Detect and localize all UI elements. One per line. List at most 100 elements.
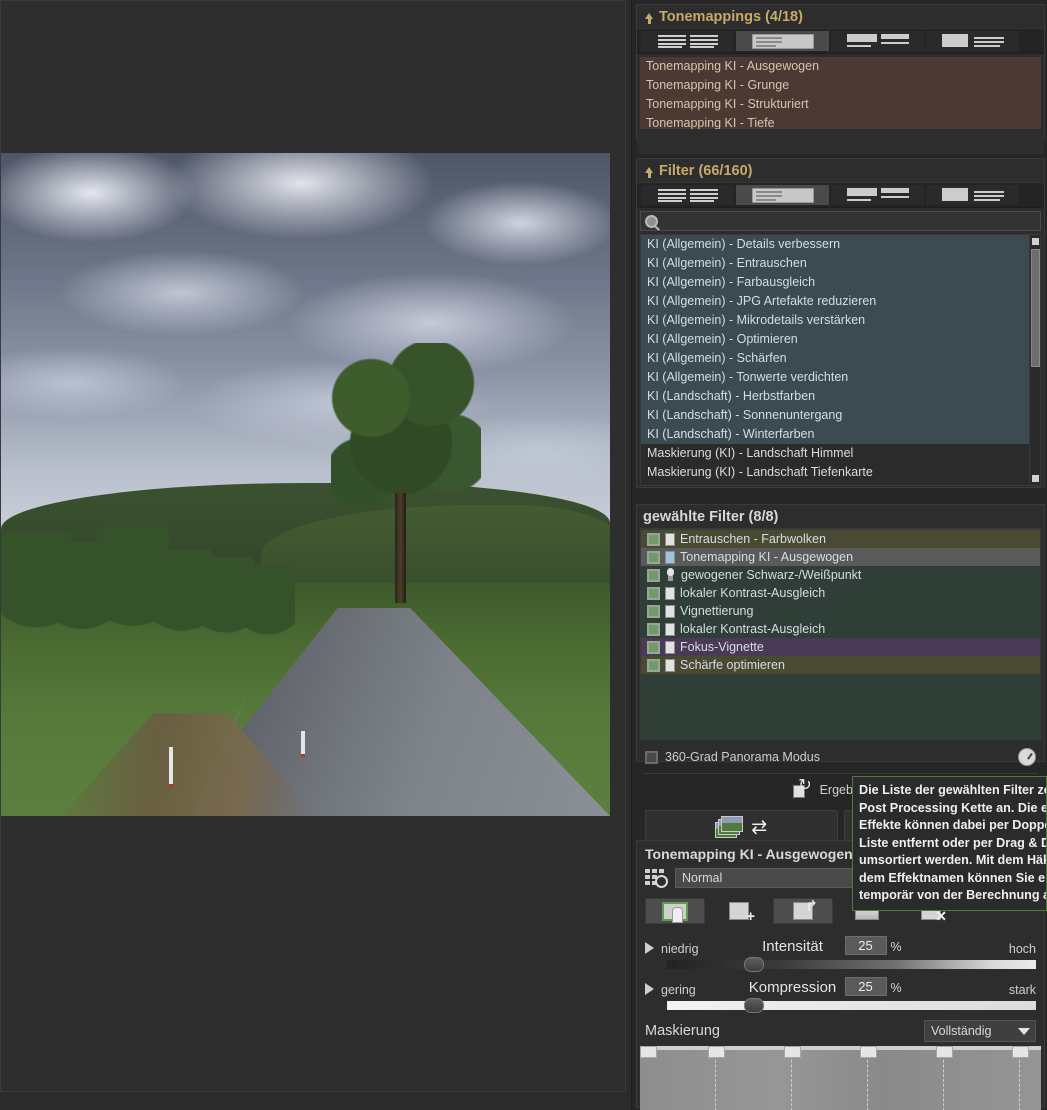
- preview-image[interactable]: Copyright by Akadesign.eu: [1, 153, 610, 816]
- tonemappings-list[interactable]: Tonemapping KI - Ausgewogen Tonemapping …: [640, 57, 1041, 129]
- panorama-checkbox[interactable]: [645, 750, 658, 764]
- collapse-arrow-icon[interactable]: [645, 167, 653, 178]
- list-item[interactable]: KI (Landschaft) - Herbstfarben: [641, 387, 1040, 406]
- mask-handle[interactable]: [784, 1046, 801, 1058]
- scroll-down-icon[interactable]: [1032, 475, 1039, 482]
- effect-preset-button[interactable]: [645, 898, 705, 924]
- list-item[interactable]: Tonemapping KI - Strukturiert: [640, 95, 1041, 114]
- scroll-up-icon[interactable]: [1032, 238, 1039, 245]
- enable-checkbox[interactable]: [647, 658, 660, 672]
- list-item[interactable]: gewogener Schwarz-/Weißpunkt: [641, 566, 1040, 584]
- collapse-arrow-icon[interactable]: [645, 13, 653, 24]
- mask-mode-select[interactable]: Vollständig: [924, 1020, 1036, 1042]
- list-item[interactable]: Maskierung (KI) - Landschaft Himmel: [641, 444, 1040, 463]
- mask-header: Maskierung Vollständig: [637, 1014, 1044, 1046]
- revert-icon[interactable]: [792, 778, 812, 798]
- list-item[interactable]: Maskierung - Details: [641, 482, 1040, 485]
- list-item[interactable]: Maskierung (KI) - Landschaft Tiefenkarte: [641, 463, 1040, 482]
- enable-checkbox[interactable]: [647, 568, 660, 582]
- list-item[interactable]: KI (Allgemein) - Entrauschen: [641, 254, 1040, 273]
- list-item[interactable]: KI (Allgemein) - Details verbessern: [641, 235, 1040, 254]
- list-item[interactable]: KI (Allgemein) - Mikrodetails verstärken: [641, 311, 1040, 330]
- swap-arrows-icon: ⇄: [751, 816, 768, 838]
- slider-high-label: stark: [1008, 983, 1036, 997]
- tonemappings-view-modes[interactable]: [637, 28, 1044, 54]
- mask-handle[interactable]: [640, 1046, 657, 1058]
- chevron-down-icon[interactable]: [1013, 1021, 1035, 1041]
- panorama-mode-row[interactable]: 360-Grad Panorama Modus: [637, 743, 1044, 771]
- image-canvas-area[interactable]: Copyright by Akadesign.eu: [0, 0, 632, 1110]
- list-item[interactable]: Tonemapping KI - Ausgewogen: [641, 548, 1040, 566]
- search-input[interactable]: [658, 214, 1040, 228]
- list-item[interactable]: Vignettierung: [641, 602, 1040, 620]
- filter-list[interactable]: KI (Allgemein) - Details verbessern KI (…: [640, 234, 1041, 486]
- mask-preview-icon[interactable]: [645, 869, 668, 888]
- list-item[interactable]: KI (Landschaft) - Winterfarben: [641, 425, 1040, 444]
- list-item[interactable]: KI (Allgemein) - Optimieren: [641, 330, 1040, 349]
- document-blue-icon: [665, 550, 675, 564]
- scrollbar-thumb[interactable]: [1031, 249, 1040, 367]
- enable-checkbox[interactable]: [647, 532, 660, 546]
- slider-kompression[interactable]: gering Kompression 25 % stark: [637, 973, 1044, 1014]
- slider-value[interactable]: 25: [844, 936, 887, 955]
- view-mode-list-compact[interactable]: [831, 185, 924, 205]
- add-preset-button[interactable]: [709, 898, 769, 925]
- mask-handle[interactable]: [860, 1046, 877, 1058]
- mask-preview-strip[interactable]: [640, 1046, 1041, 1110]
- slider-knob[interactable]: [744, 998, 765, 1013]
- document-add-icon: [729, 902, 755, 925]
- view-mode-list-compact[interactable]: [831, 31, 924, 51]
- selected-filters-list[interactable]: Entrauschen - Farbwolken Tonemapping KI …: [640, 528, 1041, 740]
- expand-arrow-icon[interactable]: [645, 942, 654, 954]
- panorama-label: 360-Grad Panorama Modus: [665, 750, 820, 764]
- list-item[interactable]: Schärfe optimieren: [641, 656, 1040, 674]
- enable-checkbox[interactable]: [647, 640, 660, 654]
- mask-handle[interactable]: [1012, 1046, 1029, 1058]
- tooltip: Die Liste der gewählten Filter zeig Post…: [852, 776, 1047, 911]
- list-item[interactable]: Tonemapping KI - Tiefe: [640, 114, 1041, 129]
- view-mode-list-large[interactable]: [926, 185, 1019, 205]
- enable-checkbox[interactable]: [647, 604, 660, 618]
- clock-icon[interactable]: [1018, 748, 1036, 766]
- list-item[interactable]: Tonemapping KI - Grunge: [640, 76, 1041, 95]
- list-item[interactable]: Tonemapping KI - Ausgewogen: [640, 57, 1041, 76]
- swap-images-button[interactable]: ⇄: [645, 810, 838, 844]
- filter-list-scrollbar[interactable]: [1029, 235, 1040, 485]
- list-item[interactable]: KI (Allgemein) - Tonwerte verdichten: [641, 368, 1040, 387]
- view-mode-list-large[interactable]: [926, 31, 1019, 51]
- slider-value[interactable]: 25: [844, 977, 887, 996]
- filter-view-modes[interactable]: [637, 182, 1044, 208]
- list-item[interactable]: KI (Allgemein) - JPG Artefakte reduziere…: [641, 292, 1040, 311]
- list-item[interactable]: KI (Allgemein) - Schärfen: [641, 349, 1040, 368]
- list-item[interactable]: KI (Allgemein) - Farbausgleich: [641, 273, 1040, 292]
- mask-segment: [944, 1050, 1020, 1110]
- enable-checkbox[interactable]: [647, 586, 660, 600]
- list-item[interactable]: KI (Landschaft) - Sonnenuntergang: [641, 406, 1040, 425]
- view-mode-list-2col[interactable]: [641, 31, 734, 51]
- right-panel-stack: Tonemappings (4/18) Tonemapping KI - Aus…: [634, 0, 1047, 1110]
- slider-track[interactable]: [667, 957, 1036, 972]
- list-item[interactable]: lokaler Kontrast-Ausgleich: [641, 620, 1040, 638]
- tonemappings-title-bar[interactable]: Tonemappings (4/18): [637, 5, 1044, 28]
- enable-checkbox[interactable]: [647, 622, 660, 636]
- selected-filters-title-bar: gewählte Filter (8/8): [637, 505, 1044, 528]
- expand-arrow-icon[interactable]: [645, 983, 654, 995]
- mask-handle[interactable]: [936, 1046, 953, 1058]
- list-item[interactable]: lokaler Kontrast-Ausgleich: [641, 584, 1040, 602]
- load-preset-button[interactable]: [773, 897, 833, 924]
- view-mode-list-detail[interactable]: [736, 185, 829, 205]
- filter-search-box[interactable]: [640, 211, 1041, 231]
- mask-handle[interactable]: [708, 1046, 725, 1058]
- view-mode-list-2col[interactable]: [641, 185, 734, 205]
- slider-knob[interactable]: [744, 957, 765, 972]
- list-item[interactable]: Entrauschen - Farbwolken: [641, 530, 1040, 548]
- filter-title-bar[interactable]: Filter (66/160): [637, 159, 1044, 182]
- view-list-large-icon: [941, 33, 1004, 47]
- view-mode-list-detail[interactable]: [736, 31, 829, 51]
- list-item[interactable]: Fokus-Vignette: [641, 638, 1040, 656]
- slider-intensitaet[interactable]: niedrig Intensität 25 % hoch: [637, 932, 1044, 973]
- slider-track[interactable]: [667, 998, 1036, 1013]
- view-list-2col-icon: [657, 188, 718, 202]
- enable-checkbox[interactable]: [647, 550, 660, 564]
- list-item-label: lokaler Kontrast-Ausgleich: [680, 622, 826, 636]
